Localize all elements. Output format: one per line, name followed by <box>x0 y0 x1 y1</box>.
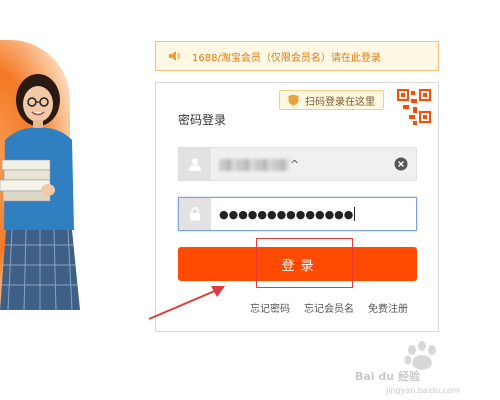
qr-tip-label: 扫码登录在这里 <box>305 96 375 108</box>
lock-icon <box>190 207 200 221</box>
qr-login-tip[interactable]: 扫码登录在这里 <box>279 90 384 110</box>
username-value: ^ <box>219 157 394 171</box>
username-field[interactable]: ^ <box>178 147 417 181</box>
password-field[interactable]: ●●●●●●●●●●●●●● <box>178 197 417 231</box>
forgot-username-link[interactable]: 忘记会员名 <box>304 300 354 315</box>
notice-text: 1688/淘宝会员（仅限会员名）请在此登录 <box>192 52 381 64</box>
username-caret: ^ <box>290 158 300 171</box>
login-links: 忘记密码 忘记会员名 免费注册 <box>250 300 408 315</box>
promo-image <box>0 40 100 310</box>
free-register-link[interactable]: 免费注册 <box>368 300 408 315</box>
login-button[interactable]: 登录 <box>178 247 417 281</box>
password-value: ●●●●●●●●●●●●●● <box>219 207 416 222</box>
forgot-password-link[interactable]: 忘记密码 <box>250 300 290 315</box>
speaker-icon <box>169 51 180 61</box>
redacted-username <box>219 158 289 171</box>
login-notice-bar: 1688/淘宝会员（仅限会员名）请在此登录 <box>155 41 439 71</box>
login-title: 密码登录 <box>178 113 227 127</box>
watermark-subtext: jingyan.baidu.com <box>386 386 460 395</box>
student-illustration <box>0 74 80 310</box>
clear-icon[interactable] <box>394 157 408 171</box>
password-masked: ●●●●●●●●●●●●●● <box>219 207 354 221</box>
baidu-paw-logo <box>404 341 436 370</box>
qr-code-icon[interactable] <box>395 87 433 127</box>
shield-icon <box>288 94 299 106</box>
text-cursor <box>354 207 356 222</box>
arrow-annotation <box>148 286 225 320</box>
lock-icon-box <box>179 198 211 230</box>
user-icon-box <box>179 148 211 180</box>
watermark-text: Bai du 经验 <box>355 370 420 383</box>
user-icon <box>189 158 201 171</box>
